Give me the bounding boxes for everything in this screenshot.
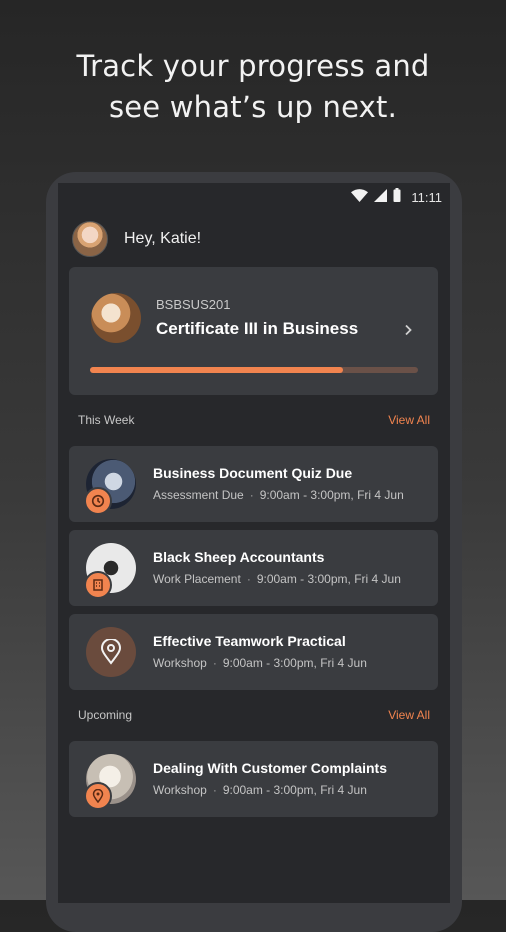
event-title: Business Document Quiz Due <box>153 465 353 481</box>
event-card-black-sheep-accountants[interactable]: Black Sheep Accountants Work Placement · 9… <box>69 530 438 606</box>
event-time: 9:00am - 3:00pm, Fri 4 Jun <box>256 572 401 586</box>
course-progress-bar <box>90 367 418 373</box>
course-code: BSBSUS201 <box>156 297 231 312</box>
signal-icon <box>374 188 388 207</box>
event-type: Workshop <box>153 656 207 670</box>
greeting-text: Hey, Katie! <box>124 230 202 247</box>
this-week-header: This Week View All <box>78 413 430 427</box>
section-title-upcoming: Upcoming <box>78 708 133 722</box>
event-type: Assessment Due <box>153 488 244 502</box>
upcoming-header: Upcoming View All <box>78 708 430 722</box>
greeting: Hey, Katie! <box>72 221 201 257</box>
building-icon <box>84 571 112 599</box>
event-time: 9:00am - 3:00pm, Fri 4 Jun <box>222 656 367 670</box>
event-meta: Workshop · 9:00am - 3:00pm, Fri 4 Jun <box>153 783 367 797</box>
event-title: Dealing With Customer Complaints <box>153 760 388 776</box>
event-type: Workshop <box>153 783 207 797</box>
battery-icon <box>393 188 401 207</box>
headline-line-2: see what’s up next. <box>108 90 398 124</box>
status-bar: 11:11 <box>58 183 450 209</box>
event-type: Work Placement <box>153 572 241 586</box>
event-time: 9:00am - 3:00pm, Fri 4 Jun <box>222 783 367 797</box>
upcoming-view-all-link[interactable]: View All <box>388 708 430 722</box>
event-card-business-document-quiz[interactable]: Business Document Quiz Due Assessment Du… <box>69 446 438 522</box>
headline-line-1: Track your progress and <box>76 49 430 83</box>
location-pin-icon <box>84 782 112 810</box>
clock-icon <box>84 487 112 515</box>
chevron-right-icon <box>402 323 414 336</box>
avatar[interactable] <box>72 221 108 257</box>
course-progress-fill <box>90 367 343 373</box>
this-week-view-all-link[interactable]: View All <box>388 413 430 427</box>
wifi-icon <box>351 188 369 207</box>
event-meta: Assessment Due · 9:00am - 3:00pm, Fri 4 Ju… <box>153 488 404 502</box>
event-meta: Work Placement · 9:00am - 3:00pm, Fri 4 Ju… <box>153 572 401 586</box>
app-screen: 11:11 Hey, Katie! BSBSUS201 Certificate … <box>58 183 450 903</box>
status-time: 11:11 <box>411 190 442 205</box>
event-meta: Workshop · 9:00am - 3:00pm, Fri 4 Jun <box>153 656 367 670</box>
event-card-dealing-with-customer-complaints[interactable]: Dealing With Customer Complaints Worksho… <box>69 741 438 817</box>
event-time: 9:00am - 3:00pm, Fri 4 Jun <box>259 488 404 502</box>
course-image <box>91 293 141 343</box>
section-title-this-week: This Week <box>78 413 135 427</box>
promo-headline: Track your progress and see what’s up ne… <box>0 46 506 128</box>
location-pin-icon <box>86 627 136 677</box>
event-title: Effective Teamwork Practical <box>153 633 346 649</box>
event-card-effective-teamwork-practical[interactable]: Effective Teamwork Practical Workshop · 9:… <box>69 614 438 690</box>
course-card[interactable]: BSBSUS201 Certificate III in Business <box>69 267 438 395</box>
event-title: Black Sheep Accountants <box>153 549 325 565</box>
course-name: Certificate III in Business <box>156 319 359 338</box>
